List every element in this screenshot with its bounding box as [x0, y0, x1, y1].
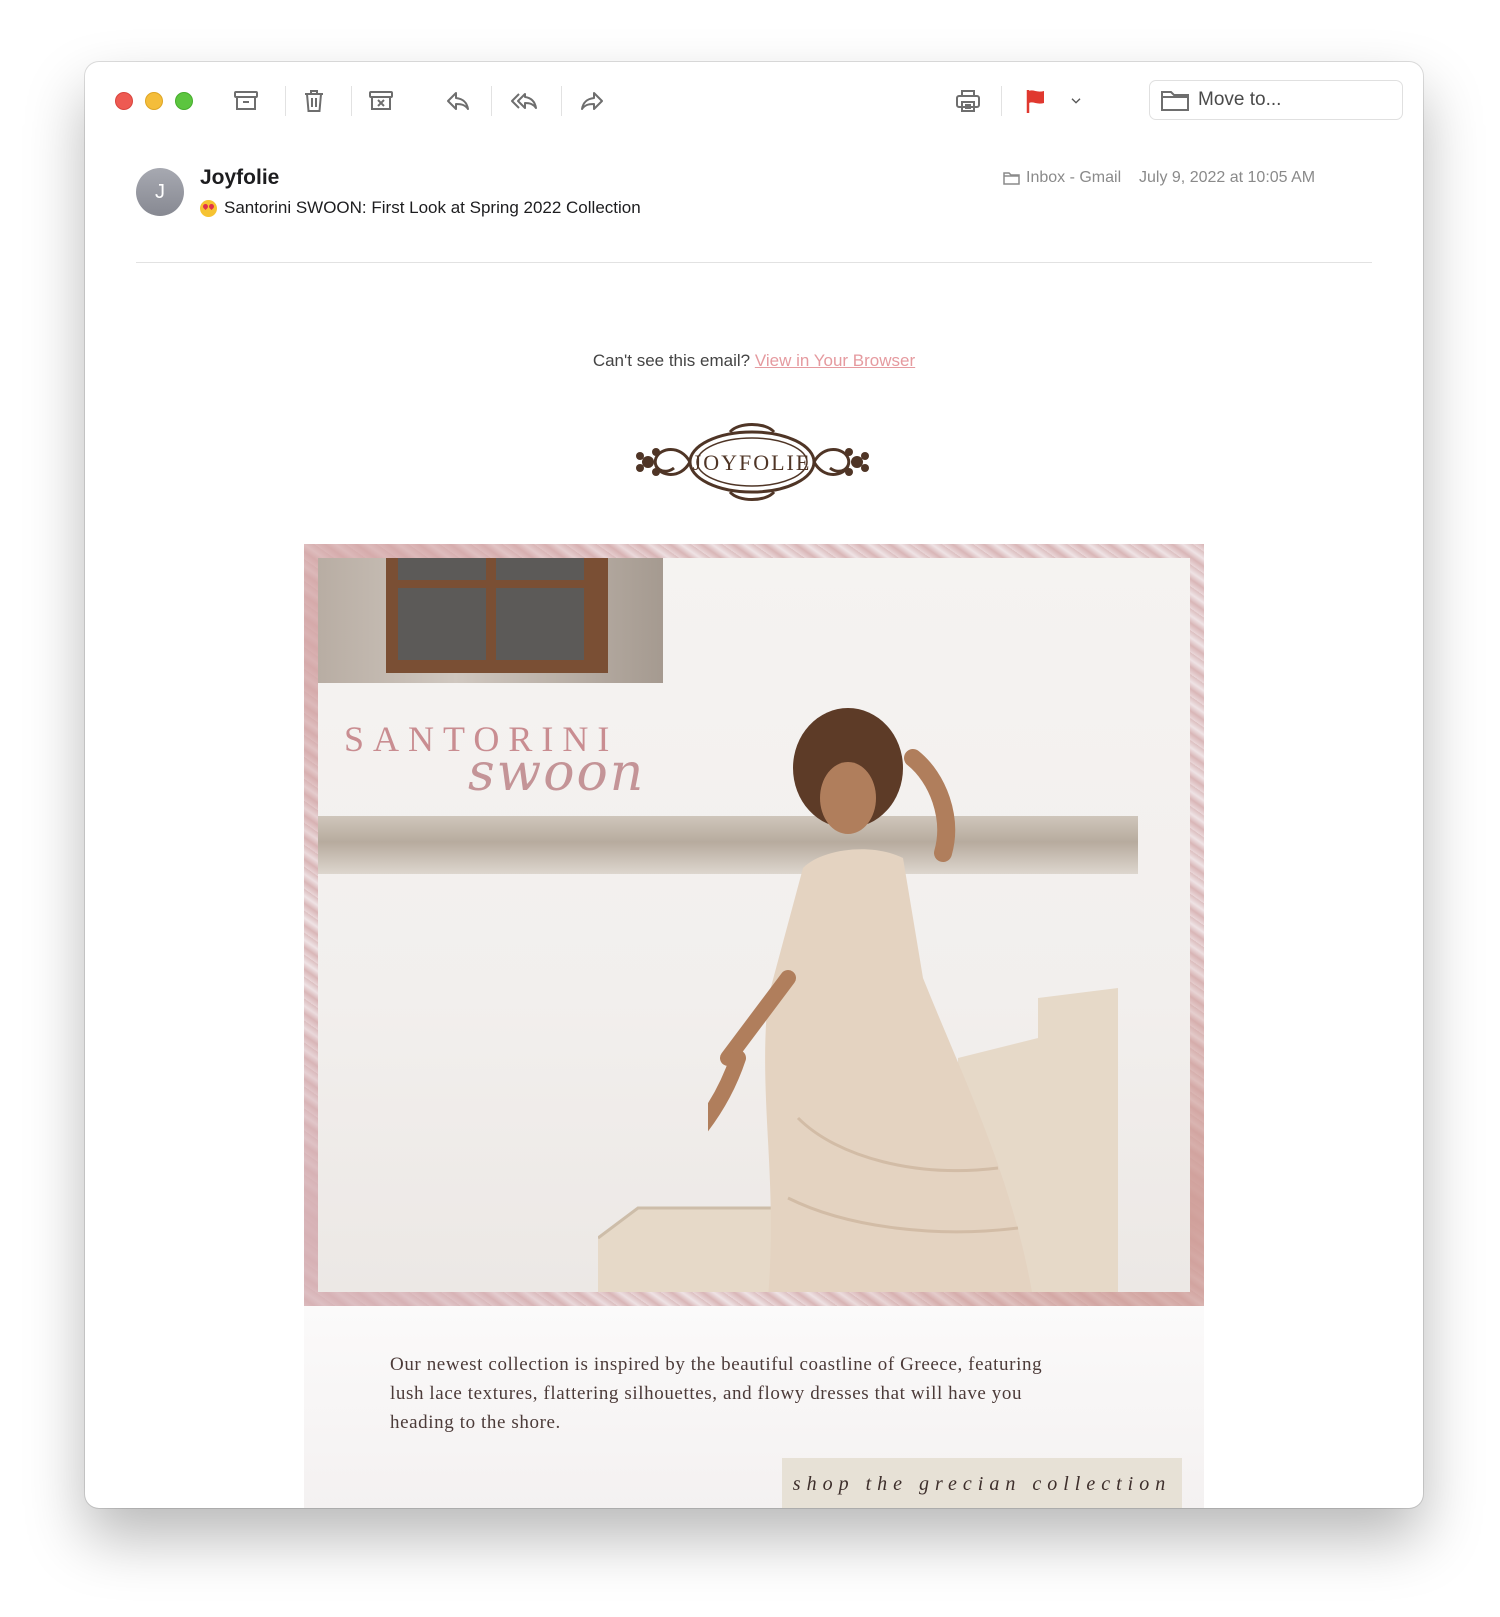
move-to-button[interactable]: Move to...: [1149, 80, 1403, 120]
avatar: J: [136, 168, 184, 216]
subject-text: Santorini SWOON: First Look at Spring 20…: [224, 198, 641, 217]
reply-icon: [447, 92, 469, 110]
delete-button[interactable]: [293, 80, 335, 122]
logo-text: JOYFOLIE: [693, 450, 812, 475]
trash-icon: [305, 90, 323, 112]
junk-icon: [369, 91, 393, 110]
move-to-label: Move to...: [1198, 89, 1282, 110]
hero-banner[interactable]: SANTORINI swoon: [304, 544, 1204, 1306]
message-date: July 9, 2022 at 10:05 AM: [1139, 169, 1316, 186]
forward-button[interactable]: [571, 80, 613, 122]
mailbox-text: Inbox - Gmail: [1026, 169, 1122, 186]
subject-line: Santorini SWOON: First Look at Spring 20…: [200, 198, 641, 218]
flag-icon: [1026, 90, 1044, 113]
folder-icon: [1161, 91, 1189, 111]
zoom-window-button[interactable]: [175, 92, 193, 110]
forward-icon: [581, 92, 603, 110]
archive-icon: [234, 91, 258, 110]
window-frame: [386, 558, 608, 673]
print-button[interactable]: [947, 80, 989, 122]
header-divider: [136, 262, 1372, 263]
mail-window: Move to... J Joyfolie Santorini SWOON: F…: [85, 62, 1423, 1508]
hero-photo: SANTORINI swoon: [318, 558, 1190, 1292]
flag-menu-button[interactable]: [1063, 80, 1089, 122]
cant-see-text: Can't see this email?: [592, 351, 751, 370]
folder-icon: [1003, 172, 1020, 185]
reply-all-button[interactable]: [503, 80, 545, 122]
junk-button[interactable]: [360, 80, 402, 122]
mailbox-label[interactable]: Inbox - Gmail: [1003, 169, 1121, 187]
heart-eyes-emoji-icon: [200, 199, 217, 217]
reply-all-icon: [511, 93, 537, 109]
reply-button[interactable]: [437, 80, 479, 122]
view-in-browser-line: Can't see this email? View in Your Brows…: [85, 351, 1423, 371]
hero-script-title: swoon: [468, 743, 646, 803]
minimize-window-button[interactable]: [145, 92, 163, 110]
joyfolie-logo[interactable]: JOYFOLIE: [630, 418, 875, 506]
flag-button[interactable]: [1015, 80, 1057, 122]
close-window-button[interactable]: [115, 92, 133, 110]
toolbar: Move to...: [85, 62, 1423, 138]
view-in-browser-link[interactable]: View in Your Browser: [755, 351, 915, 370]
chevron-down-icon: [1071, 98, 1081, 104]
print-icon: [956, 90, 980, 112]
model-figure: [708, 708, 1032, 1292]
archive-button[interactable]: [225, 80, 267, 122]
collection-description: Our newest collection is inspired by the…: [390, 1354, 1043, 1433]
logo-emblem: JOYFOLIE: [636, 423, 869, 501]
email-content-card: Our newest collection is inspired by the…: [304, 1306, 1204, 1508]
sender-name: Joyfolie: [200, 166, 280, 189]
shop-collection-button[interactable]: shop the grecian collection: [782, 1458, 1182, 1508]
